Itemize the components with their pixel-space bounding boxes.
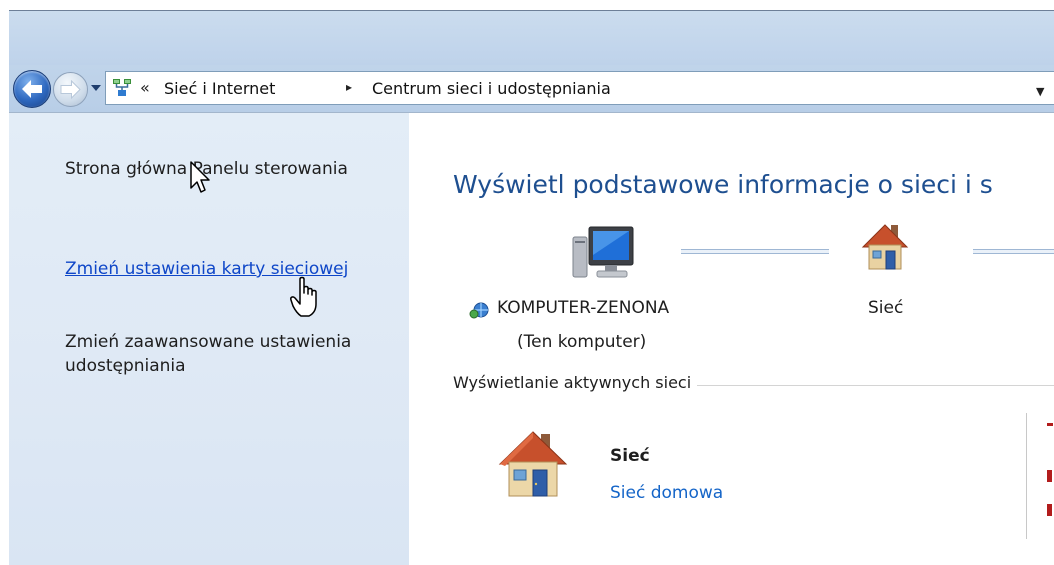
breadcrumb-item-network-internet[interactable]: Sieć i Internet bbox=[164, 79, 275, 98]
desktop-strip bbox=[0, 0, 1054, 10]
arrow-cursor-icon bbox=[190, 161, 210, 193]
computer-name: KOMPUTER-ZENONA bbox=[497, 298, 670, 318]
breadcrumb-overflow[interactable]: « bbox=[140, 78, 150, 97]
forward-button[interactable] bbox=[53, 72, 88, 107]
active-networks-heading: Wyświetlanie aktywnych sieci bbox=[453, 373, 698, 392]
breadcrumb-item-network-center[interactable]: Centrum sieci i udostępniania bbox=[372, 79, 611, 98]
page-title: Wyświetl podstawowe informacje o sieci i… bbox=[453, 170, 993, 199]
network-map-label: Sieć bbox=[868, 298, 904, 318]
clipped-link[interactable] bbox=[1047, 470, 1052, 482]
computer-subtitle: (Ten komputer) bbox=[517, 332, 647, 352]
home-network-icon[interactable] bbox=[861, 221, 909, 273]
breadcrumb-separator[interactable]: ▸ bbox=[346, 80, 352, 94]
forward-arrow-icon bbox=[60, 79, 81, 100]
clipped-link[interactable] bbox=[1047, 504, 1052, 516]
navigation-bar: « Sieć i Internet ▸ Centrum sieci i udos… bbox=[9, 65, 1054, 113]
back-arrow-icon bbox=[22, 80, 42, 98]
address-dropdown-icon[interactable]: ▼ bbox=[1036, 85, 1044, 98]
main-content: Wyświetl podstawowe informacje o sieci i… bbox=[409, 113, 1054, 565]
back-button[interactable] bbox=[13, 70, 51, 108]
hand-cursor-icon bbox=[290, 276, 317, 317]
computer-icon[interactable] bbox=[569, 225, 639, 283]
home-network-icon bbox=[498, 431, 568, 497]
connection-line bbox=[973, 249, 1054, 254]
title-bar bbox=[9, 10, 1054, 66]
connection-line bbox=[681, 249, 829, 254]
vertical-divider bbox=[1026, 413, 1027, 539]
sidebar-item-control-panel-home[interactable]: Strona główna Panelu sterowania bbox=[65, 157, 365, 181]
clipped-text bbox=[1047, 423, 1053, 426]
window: « Sieć i Internet ▸ Centrum sieci i udos… bbox=[0, 0, 1054, 565]
sidebar-item-advanced-sharing-settings[interactable]: Zmień zaawansowane ustawienia udostępnia… bbox=[65, 330, 365, 378]
network-badge-icon bbox=[469, 302, 489, 319]
address-bar[interactable]: « Sieć i Internet ▸ Centrum sieci i udos… bbox=[105, 71, 1054, 105]
network-center-icon bbox=[113, 79, 131, 96]
history-dropdown-icon[interactable] bbox=[90, 82, 102, 94]
network-type-link[interactable]: Sieć domowa bbox=[610, 483, 723, 503]
active-network-name: Sieć bbox=[610, 446, 650, 466]
